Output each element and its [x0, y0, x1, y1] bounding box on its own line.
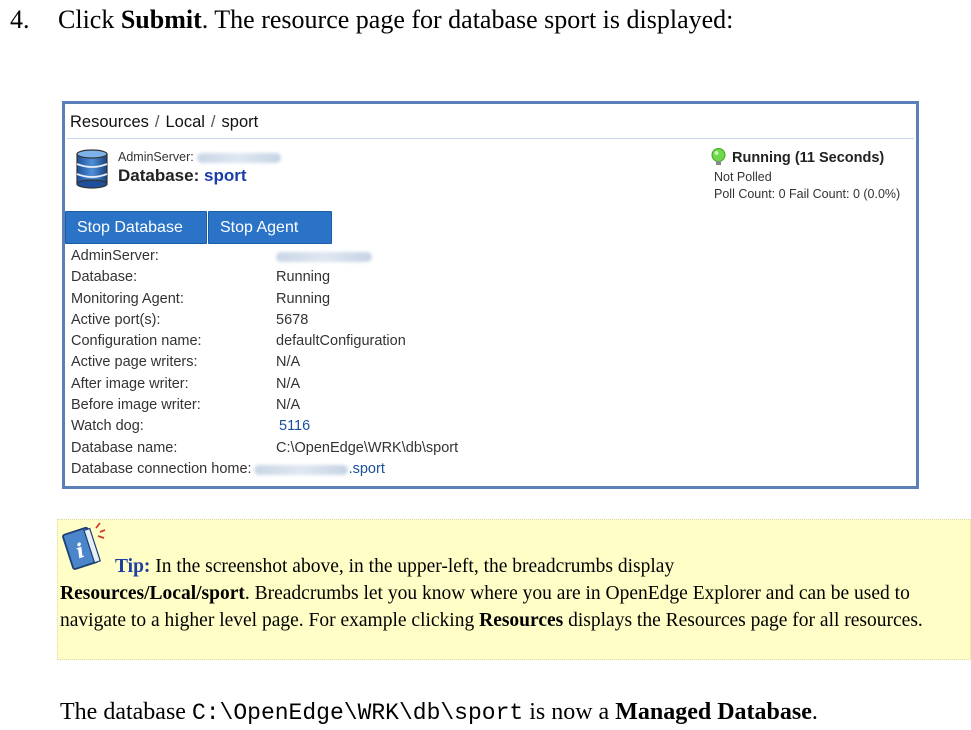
property-row: Active page writers: N/A [71, 352, 458, 373]
property-row: Database connection home: .sport [71, 459, 458, 480]
status-poll: Not Polled [714, 170, 772, 184]
property-value: N/A [276, 397, 301, 414]
property-label: Configuration name: [71, 333, 202, 350]
property-value: N/A [276, 354, 301, 371]
property-label: Before image writer: [71, 397, 201, 414]
closing-post: . [811, 699, 818, 725]
admin-server-label: AdminServer: [118, 150, 194, 164]
breadcrumb-local[interactable]: Local [165, 113, 204, 131]
breadcrumb-sport[interactable]: sport [222, 113, 259, 131]
property-row: Monitoring Agent: Running [71, 289, 458, 310]
redacted-host [197, 152, 282, 163]
closing-sentence: The database C:\OpenEdge\WRK\db\sport is… [60, 696, 818, 729]
property-value: 5678 [276, 311, 309, 328]
database-title-label: Database: [118, 166, 200, 185]
redacted-value [253, 464, 348, 475]
property-row: Watch dog: 5116 [71, 416, 458, 437]
closing-path: C:\OpenEdge\WRK\db\sport [191, 700, 524, 726]
status-counts: Poll Count: 0 Fail Count: 0 (0.0%) [714, 187, 901, 201]
breadcrumb: Resources / Local / sport [67, 106, 914, 139]
status-light-icon [711, 148, 726, 165]
property-value: C:\OpenEdge\WRK\db\sport [276, 439, 459, 456]
tip-line-3: displays the Resources page for all reso… [563, 610, 923, 631]
property-row: AdminServer: [71, 246, 458, 267]
property-label: Active page writers: [71, 354, 198, 371]
property-row: Database name: C:\OpenEdge\WRK\db\sport [71, 438, 458, 459]
redacted-value [276, 252, 372, 262]
breadcrumb-separator: / [210, 113, 216, 131]
step-number: 4. [10, 5, 30, 34]
property-label: Database connection home: [71, 460, 252, 477]
property-row: After image writer: N/A [71, 374, 458, 395]
stop-agent-button[interactable]: Stop Agent [208, 211, 332, 244]
breadcrumb-resources[interactable]: Resources [70, 113, 149, 131]
properties-list: AdminServer: Database: Running Monitorin… [71, 246, 458, 480]
tip-line-1: In the screenshot above, in the upper-le… [150, 556, 675, 577]
property-value: N/A [276, 375, 301, 392]
property-value: defaultConfiguration [276, 333, 406, 350]
property-row: Active port(s): 5678 [71, 310, 458, 331]
step-text-pre: Click [58, 5, 121, 34]
status-panel: Running (11 Seconds) Not Polled Poll Cou… [711, 148, 900, 203]
tip-resources-word: Resources [479, 610, 564, 631]
watch-dog-link[interactable]: 5116 [279, 416, 310, 437]
tip-box: i Tip: In the screenshot above, in the u… [57, 519, 971, 660]
breadcrumb-separator: / [154, 113, 160, 131]
closing-mid: is now a [523, 699, 616, 725]
property-value: Running [276, 269, 331, 286]
tip-breadcrumb-path: Resources/Local/sport [60, 583, 245, 604]
step-submit-word: Submit [120, 5, 202, 34]
step-text-post: . The resource page for database sport i… [201, 5, 734, 34]
property-row: Configuration name: defaultConfiguration [71, 331, 458, 352]
property-label: Watch dog: [71, 418, 144, 435]
database-title-name: sport [204, 166, 247, 185]
closing-bold: Managed Database [615, 699, 812, 725]
closing-pre: The database [60, 699, 192, 725]
property-label: Monitoring Agent: [71, 290, 184, 307]
property-row: Before image writer: N/A [71, 395, 458, 416]
tip-label: Tip: [115, 556, 151, 577]
property-label: Database name: [71, 439, 178, 456]
property-label: Database: [71, 269, 138, 286]
tip-text: Tip: In the screenshot above, in the upp… [60, 553, 970, 634]
property-label: AdminServer: [71, 248, 159, 264]
status-state: Running (11 Seconds) [732, 149, 885, 166]
property-label: Active port(s): [71, 311, 161, 328]
resource-page-screenshot: Resources / Local / sport AdminServer: Datab… [62, 101, 919, 489]
property-row: Database: Running [71, 267, 458, 288]
database-icon [76, 149, 108, 189]
property-label: After image writer: [71, 375, 189, 392]
database-title: Database: sport [118, 166, 247, 186]
stop-database-button[interactable]: Stop Database [65, 211, 207, 244]
connection-home-link[interactable]: .sport [349, 459, 385, 480]
step-instruction: 4. Click Submit. The resource page for da… [10, 2, 733, 38]
property-value: Running [276, 290, 331, 307]
admin-server-header: AdminServer: [118, 150, 282, 164]
